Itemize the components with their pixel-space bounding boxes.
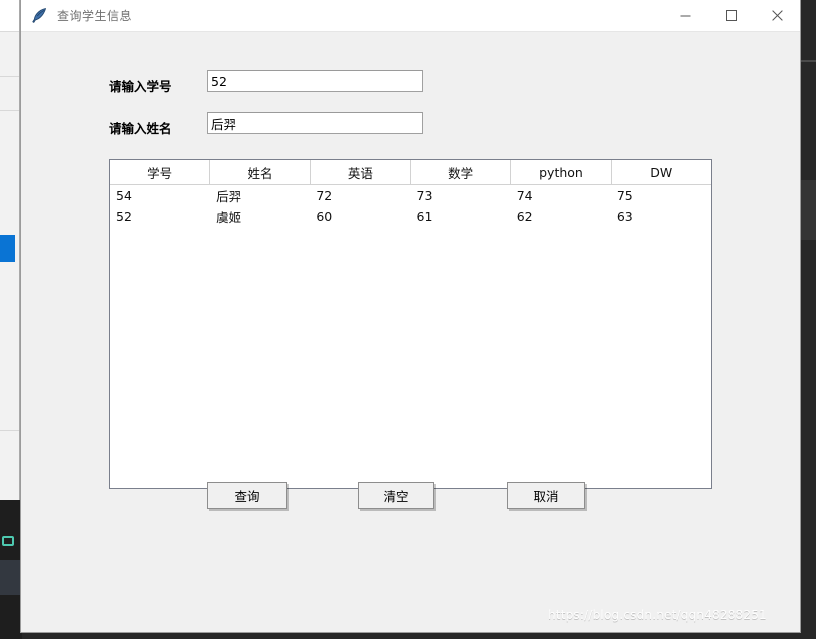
background-right-panel xyxy=(801,0,816,639)
table-header-row: 学号 姓名 英语 数学 python DW xyxy=(110,160,711,185)
client-area: 请输入学号 请输入姓名 学号 姓名 英语 数学 python DW 54 后羿 … xyxy=(21,32,800,632)
table-row[interactable]: 54 后羿 72 73 74 75 xyxy=(110,185,711,206)
cell-math: 73 xyxy=(416,188,433,203)
close-button[interactable] xyxy=(754,0,800,31)
query-button[interactable]: 查询 xyxy=(207,482,287,509)
cell-dw: 75 xyxy=(616,188,633,203)
cell-name: 虞姬 xyxy=(216,210,242,225)
student-name-label: 请输入姓名 xyxy=(109,121,172,136)
cancel-button[interactable]: 取消 xyxy=(507,482,585,509)
cell-student-id: 54 xyxy=(116,188,132,203)
window-title: 查询学生信息 xyxy=(57,9,133,23)
cell-english: 60 xyxy=(316,209,333,224)
background-window-left-divider xyxy=(0,110,19,111)
student-id-label: 请输入学号 xyxy=(109,79,172,94)
background-window-left-divider xyxy=(0,430,19,431)
cell-name: 后羿 xyxy=(216,189,242,204)
background-window-left-titlebar xyxy=(0,0,19,32)
table-row[interactable]: 52 虞姬 60 61 62 63 xyxy=(110,206,711,227)
background-window-left-divider xyxy=(0,76,19,77)
window-controls xyxy=(662,0,800,31)
column-header-math[interactable]: 数学 xyxy=(411,160,512,184)
feather-quill-icon xyxy=(29,6,49,26)
minimize-button[interactable] xyxy=(662,0,708,31)
background-editor-accent-icon xyxy=(2,536,14,546)
student-id-input[interactable] xyxy=(207,70,423,92)
column-header-name[interactable]: 姓名 xyxy=(210,160,311,184)
column-header-dw[interactable]: DW xyxy=(612,160,711,184)
maximize-button[interactable] xyxy=(708,0,754,31)
background-editor-band xyxy=(0,560,22,595)
table-body: 54 后羿 72 73 74 75 52 虞姬 60 61 62 63 xyxy=(110,185,711,227)
results-table: 学号 姓名 英语 数学 python DW 54 后羿 72 73 74 75 … xyxy=(109,159,712,489)
background-right-line xyxy=(801,60,816,62)
background-window-left xyxy=(0,0,20,500)
cell-english: 72 xyxy=(316,188,333,203)
column-header-python[interactable]: python xyxy=(511,160,612,184)
background-right-block xyxy=(801,180,816,240)
clear-button[interactable]: 清空 xyxy=(358,482,434,509)
cell-python: 74 xyxy=(516,188,533,203)
student-query-window: 查询学生信息 请输入学号 请 xyxy=(20,0,801,633)
cell-dw: 63 xyxy=(616,209,633,224)
cell-student-id: 52 xyxy=(116,209,132,224)
column-header-student-id[interactable]: 学号 xyxy=(110,160,211,184)
student-name-input[interactable] xyxy=(207,112,423,134)
background-window-selected-row xyxy=(0,235,15,262)
cell-python: 62 xyxy=(516,209,533,224)
titlebar: 查询学生信息 xyxy=(21,0,800,32)
cell-math: 61 xyxy=(416,209,433,224)
column-header-english[interactable]: 英语 xyxy=(311,160,411,184)
